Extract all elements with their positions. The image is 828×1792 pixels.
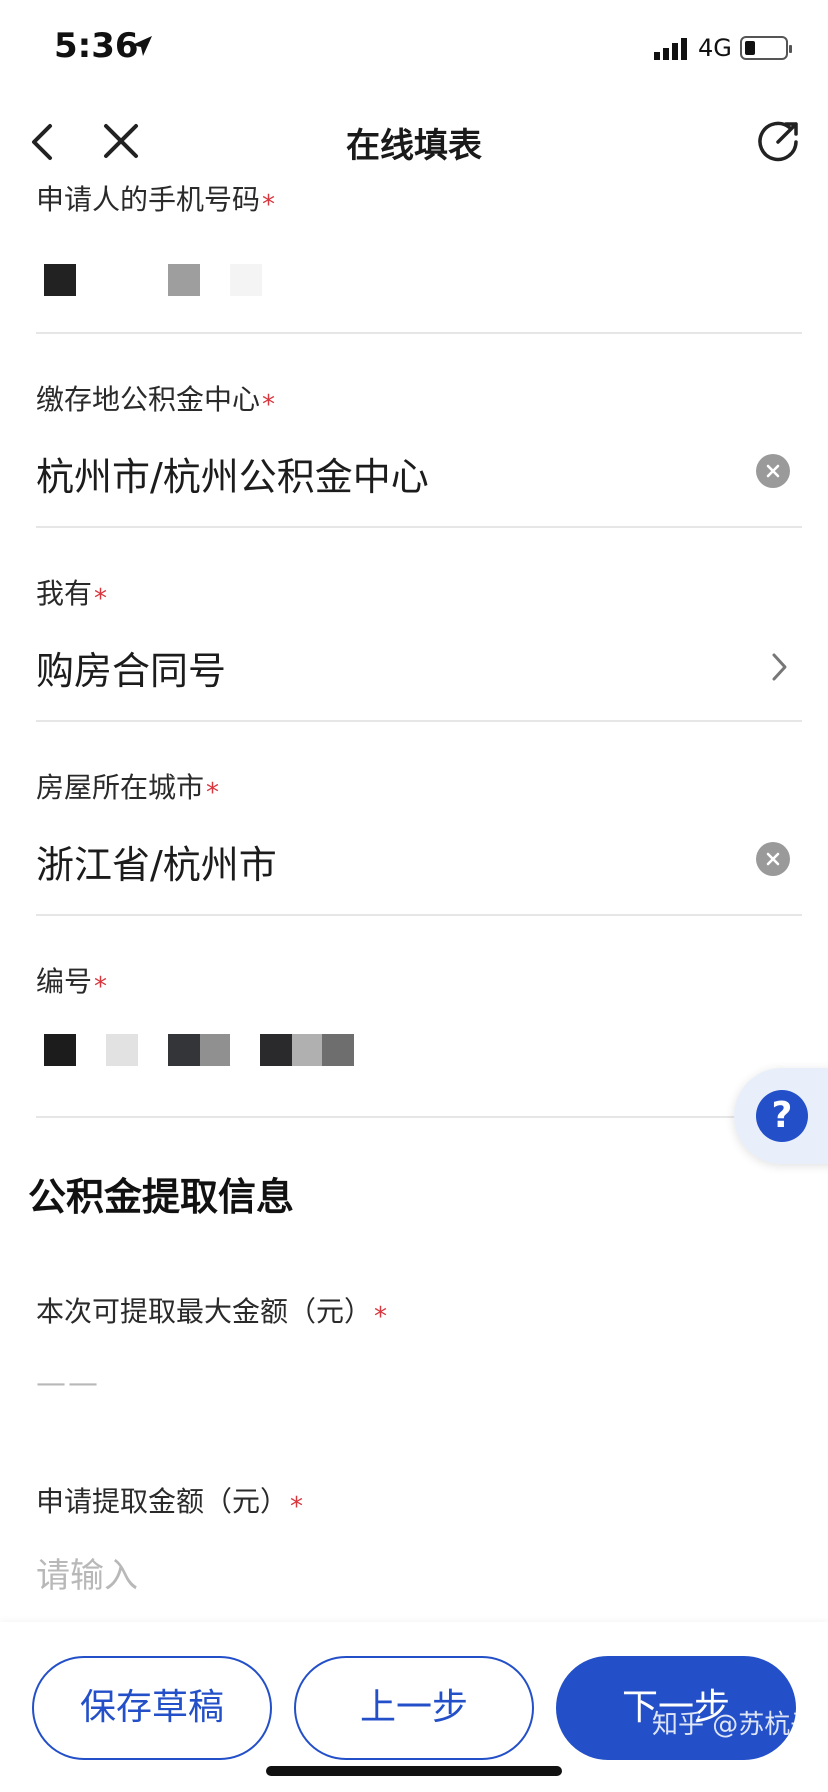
clear-icon[interactable] xyxy=(756,454,790,488)
redacted-block xyxy=(322,1034,354,1066)
number-label: 编号* xyxy=(36,965,108,1002)
battery-icon xyxy=(740,36,792,60)
max-amount-label: 本次可提取最大金额（元）* xyxy=(36,1295,388,1332)
city-value[interactable]: 浙江省/杭州市 xyxy=(36,834,277,889)
nav-bar: 在线填表 xyxy=(0,100,828,184)
have-field[interactable]: 我有* 购房合同号 xyxy=(36,572,802,693)
clear-icon[interactable] xyxy=(756,842,790,876)
divider xyxy=(36,332,802,334)
max-amount-value: —— xyxy=(36,1366,100,1401)
apply-amount-input[interactable] xyxy=(36,1556,636,1596)
location-arrow-icon xyxy=(132,36,152,56)
redacted-block xyxy=(168,264,200,296)
divider xyxy=(36,914,802,916)
question-icon: ? xyxy=(756,1090,808,1142)
divider xyxy=(36,720,802,722)
section-title: 公积金提取信息 xyxy=(28,1175,295,1219)
phone-label: 申请人的手机号码* xyxy=(36,183,276,220)
required-mark: * xyxy=(206,778,220,808)
help-button[interactable]: ? xyxy=(734,1068,828,1164)
apply-amount-field[interactable]: 申请提取金额（元）* xyxy=(36,1480,802,1522)
apply-amount-label: 申请提取金额（元）* xyxy=(36,1485,304,1522)
redacted-block xyxy=(230,264,262,296)
network-type: 4G xyxy=(698,34,732,62)
center-field[interactable]: 缴存地公积金中心* 杭州市/杭州公积金中心 xyxy=(36,378,802,499)
status-time: 5:36 xyxy=(54,26,139,66)
divider xyxy=(36,526,802,528)
city-field[interactable]: 房屋所在城市* 浙江省/杭州市 xyxy=(36,766,802,887)
redacted-block xyxy=(260,1034,292,1066)
required-mark: * xyxy=(374,1302,388,1332)
redacted-block xyxy=(44,264,76,296)
redacted-block xyxy=(44,1034,76,1066)
status-bar: 5:36 4G xyxy=(0,0,828,100)
divider xyxy=(36,1116,802,1118)
required-mark: * xyxy=(94,584,108,614)
prev-step-button[interactable]: 上一步 xyxy=(294,1656,534,1760)
city-label: 房屋所在城市* xyxy=(36,771,220,808)
required-mark: * xyxy=(262,390,276,420)
redacted-block xyxy=(200,1034,230,1066)
phone-field[interactable]: 申请人的手机号码* xyxy=(36,178,802,220)
chevron-right-icon[interactable] xyxy=(770,652,790,682)
redacted-block xyxy=(292,1034,322,1066)
home-indicator[interactable] xyxy=(266,1766,562,1776)
center-value[interactable]: 杭州市/杭州公积金中心 xyxy=(36,446,429,501)
redacted-block xyxy=(106,1034,138,1066)
signal-icon xyxy=(654,38,687,60)
redacted-block xyxy=(168,1034,200,1066)
share-icon[interactable] xyxy=(756,118,802,164)
page-title: 在线填表 xyxy=(346,126,482,166)
watermark: 知乎 @苏杭子 xyxy=(652,1710,817,1740)
max-amount-field: 本次可提取最大金额（元）* xyxy=(36,1290,802,1332)
required-mark: * xyxy=(94,972,108,1002)
required-mark: * xyxy=(290,1492,304,1522)
required-mark: * xyxy=(262,190,276,220)
center-label: 缴存地公积金中心* xyxy=(36,383,276,420)
have-label: 我有* xyxy=(36,577,108,614)
have-value[interactable]: 购房合同号 xyxy=(36,640,226,695)
save-draft-button[interactable]: 保存草稿 xyxy=(32,1656,272,1760)
number-field[interactable]: 编号* xyxy=(36,960,802,1002)
